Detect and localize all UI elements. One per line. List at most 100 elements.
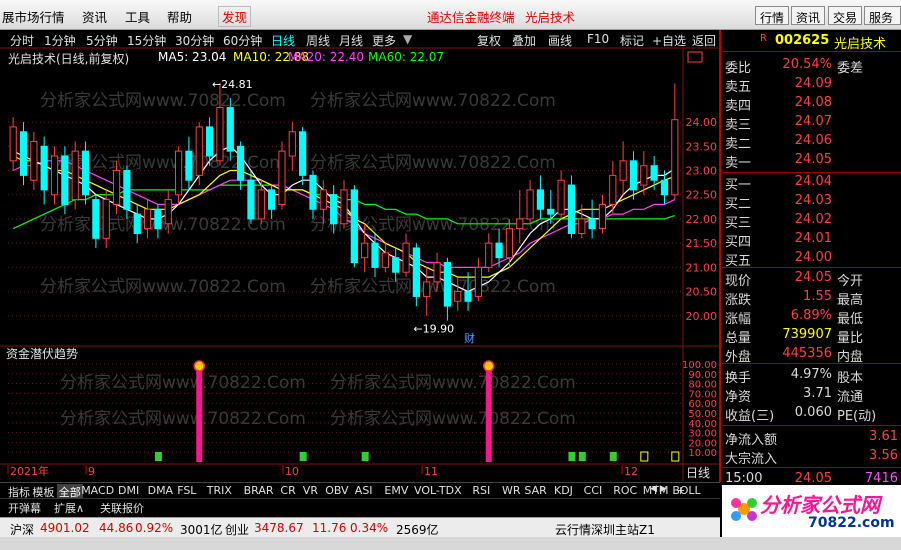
candle-up	[474, 266, 483, 297]
ask-row-cell: 卖二	[725, 137, 752, 152]
indicator-tab[interactable]: FSL	[177, 484, 196, 497]
candle-down	[350, 189, 358, 264]
ask-row: 卖五 24.09	[722, 75, 901, 95]
stat-row-2-cell: 股本	[837, 371, 864, 386]
ask-row-cell: 24.08	[794, 95, 832, 110]
tab-scroll-arrows-icon[interactable]: ◀ ▶	[650, 484, 667, 494]
candle-down	[660, 179, 669, 196]
logo-title: 分析家公式网	[760, 493, 880, 517]
trade-button[interactable]: 交易	[828, 6, 863, 25]
ask-row: 卖一 24.05	[722, 151, 901, 171]
server-status[interactable]: 云行情深圳主站Z1	[555, 521, 655, 538]
price-tick-label: 21.00	[686, 261, 718, 274]
candle-down	[133, 213, 141, 234]
flow-row: 大宗流入 3.56	[722, 447, 901, 467]
watermark-text: 分析家公式网www.70822.Com	[60, 373, 306, 393]
indicator-tab[interactable]: KDJ	[554, 484, 573, 497]
ask-row-cell: 卖四	[725, 99, 752, 114]
subtab-2[interactable]: 关联报价	[100, 500, 144, 516]
candle-up	[9, 126, 17, 162]
candle-up	[174, 150, 183, 196]
ask-row-cell: 卖五	[725, 80, 752, 95]
candle-down	[185, 150, 193, 181]
indicator-tab[interactable]: CCI	[584, 484, 603, 497]
stat-row-2-cell: 0.060	[794, 405, 832, 420]
indicator-tab[interactable]: MACD	[81, 484, 114, 497]
indicator-tab[interactable]: VR	[303, 484, 318, 497]
indicator-tab[interactable]: VOL-TDX	[414, 484, 462, 497]
candle-down	[81, 150, 90, 196]
indicator-tab[interactable]: DMI	[118, 484, 139, 497]
indicator-tab[interactable]: ASI	[355, 484, 373, 497]
price-tick-label: 24.00	[686, 116, 718, 129]
candle-up	[112, 170, 121, 205]
ask-row-cell: 24.06	[794, 133, 832, 148]
candle-down	[268, 189, 276, 210]
quotes-button[interactable]: 行情	[755, 6, 790, 25]
sh-index-value: 4901.02	[40, 521, 90, 535]
indicator-tab[interactable]: WR	[502, 484, 521, 497]
watermark-text: 分析家公式网www.70822.Com	[330, 409, 576, 429]
stat-row-2-cell: 流通	[837, 390, 864, 405]
cy-index-change: 11.76	[312, 521, 347, 535]
indicator-green-marker	[568, 452, 576, 461]
price-tick-label: 20.50	[686, 286, 718, 299]
sh-index-change: 44.86	[99, 521, 134, 535]
weibi-row-cell: 委比	[725, 61, 752, 76]
candle-up	[609, 174, 617, 205]
indicator-tab[interactable]: CR	[280, 484, 295, 497]
indicator-tab[interactable]: ROC	[613, 484, 637, 497]
candle-down	[247, 179, 255, 220]
bid-row-cell: 买三	[725, 216, 752, 231]
weibi-row-cell: 委差	[837, 61, 864, 76]
high-price-label: ←24.81	[212, 78, 253, 91]
ask-row-cell: 24.05	[794, 152, 832, 167]
candle-up	[402, 242, 410, 273]
sh-index-name[interactable]: 沪深	[10, 521, 34, 538]
candle-up	[143, 208, 152, 230]
candle-down	[392, 257, 400, 273]
indicator-tab[interactable]: RSI	[472, 484, 490, 497]
price-tick-label: 20.00	[686, 310, 718, 323]
cy-index-name[interactable]: 创业	[225, 521, 249, 538]
stat-row: 涨幅 6.89% 最低	[722, 307, 901, 327]
logo-url: 70822.com	[808, 515, 895, 531]
subtab-0[interactable]: 开弹幕	[8, 500, 41, 516]
bid-row-cell: 24.03	[794, 193, 832, 208]
stat-row-cell: 24.05	[794, 270, 832, 285]
sub-tabs: 开弹幕 扩展∧ 关联报价	[0, 498, 720, 516]
finance-event-marker: 财	[464, 331, 475, 345]
indicator-green-marker	[154, 452, 162, 461]
indicator-tab[interactable]: TRIX	[207, 484, 232, 497]
indicator-flower-icon	[193, 360, 206, 372]
tick-row-cell: 7416	[864, 471, 898, 486]
watermark-text: 分析家公式网www.70822.Com	[330, 373, 576, 393]
bid-row-cell: 买四	[725, 235, 752, 250]
stat-row-cell: 现价	[725, 274, 752, 289]
candle-down	[495, 242, 503, 259]
date-axis: 2021年 9 10 11 12 日线	[7, 464, 710, 480]
subtab-1[interactable]: 扩展∧	[54, 500, 84, 516]
indicator-tab[interactable]: OBV	[325, 484, 348, 497]
tick-row-cell: 15:00	[725, 471, 763, 486]
ask-row: 卖三 24.07	[722, 113, 901, 133]
panel-separator	[722, 363, 901, 364]
news-button[interactable]: 资讯	[791, 6, 826, 25]
candle-up	[505, 228, 514, 259]
scroll-marker-icon	[687, 51, 703, 63]
indicator-tab[interactable]: DMA	[148, 484, 174, 497]
service-button[interactable]: 服务	[864, 6, 901, 25]
candle-up	[102, 199, 110, 239]
candle-up	[278, 150, 286, 205]
indicator-tab[interactable]: SAR	[524, 484, 546, 497]
stat-row: 外盘 445356 内盘	[722, 345, 901, 365]
status-bar: 沪深 4901.02 44.86 0.92% 3001亿 创业 3478.67 …	[0, 517, 720, 537]
kline-chart[interactable]: 分析家公式网www.70822.Com 分析家公式网www.70822.Com 分析…	[0, 0, 722, 482]
indicator-tab[interactable]: BRAR	[244, 484, 274, 497]
indicator-tab[interactable]: EMV	[384, 484, 408, 497]
stat-row-cell: 今开	[837, 274, 864, 289]
ask-row-cell: 24.09	[794, 76, 832, 91]
candle-up	[526, 189, 534, 220]
add-tab-icon[interactable]: +	[676, 484, 685, 497]
candle-up	[71, 150, 79, 201]
